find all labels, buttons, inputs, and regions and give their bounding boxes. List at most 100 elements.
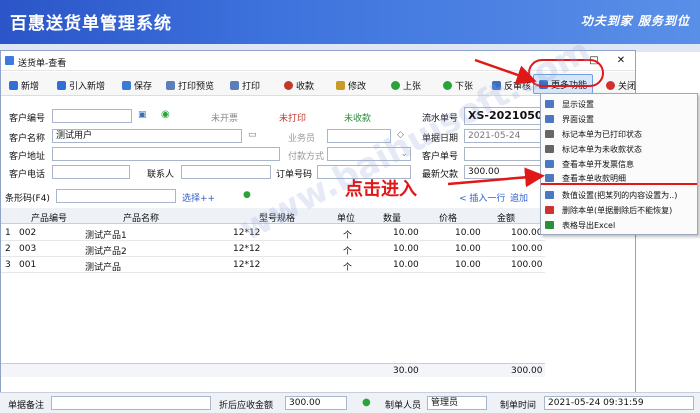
maker-label: 制单人员: [385, 401, 422, 411]
cell-amount: 100.00: [511, 244, 543, 254]
row-index: 2: [5, 244, 11, 254]
col-amount: 金额: [497, 214, 516, 224]
new-button[interactable]: 新增: [9, 78, 39, 92]
app-banner: 百惠送货单管理系统 功夫到家 服务到位: [0, 0, 700, 44]
add-row-link[interactable]: 追加: [510, 191, 528, 204]
lookup-icon[interactable]: ▣: [138, 110, 147, 120]
payment-button[interactable]: 收款: [284, 78, 314, 92]
cell-price: 10.00: [455, 228, 481, 238]
prev-icon: [391, 80, 400, 90]
contact-label: 联系人: [147, 170, 175, 180]
customer-name-label: 客户名称: [9, 134, 46, 144]
payment-icon: [284, 80, 293, 90]
app-slogan: 功夫到家 服务到位: [580, 14, 690, 28]
refresh-icon[interactable]: ◉: [161, 109, 170, 120]
col-code: 产品编号: [31, 214, 68, 224]
table-row[interactable]: 3 001 测试产品 12*12 个 10.00 10.00 100.00: [1, 257, 545, 273]
print-preview-button[interactable]: 打印预览: [166, 78, 214, 92]
import-icon: [57, 80, 66, 90]
customer-doc-field[interactable]: [464, 147, 546, 161]
annotation-text: 点击进入: [345, 179, 417, 200]
select-link[interactable]: 选择++: [182, 191, 215, 204]
print-button[interactable]: 打印: [230, 78, 260, 92]
cell-unit: 个: [343, 247, 353, 257]
details-icon: [545, 174, 554, 182]
excel-icon: [545, 221, 554, 229]
latest-debt-field: 300.00: [464, 165, 546, 179]
insert-row-link[interactable]: < 插入一行: [459, 191, 505, 204]
col-name: 产品名称: [123, 214, 160, 224]
maker-field: 管理员: [427, 396, 487, 410]
cell-spec: 12*12: [233, 260, 261, 270]
more-functions-menu: 显示设置 界面设置 标记本单为已打印状态 标记本单为未收款状态 查看本单开发票信…: [540, 93, 698, 235]
total-qty: 30.00: [393, 366, 419, 376]
status-dot-icon: ●: [362, 397, 371, 408]
customer-name-field[interactable]: 测试用户: [52, 129, 242, 143]
ui-icon: [545, 115, 554, 123]
menu-item-mark-printed[interactable]: 标记本单为已打印状态: [541, 128, 697, 140]
customer-address-label: 客户地址: [9, 152, 46, 162]
cell-qty: 10.00: [393, 260, 419, 270]
save-button[interactable]: 保存: [122, 78, 152, 92]
cell-unit: 个: [343, 263, 353, 273]
menu-item-ui-settings[interactable]: 界面设置: [541, 113, 697, 125]
delete-icon: [545, 206, 554, 214]
total-amount: 300.00: [511, 366, 543, 376]
prev-button[interactable]: 上张: [391, 78, 421, 92]
row-index: 3: [5, 260, 11, 270]
cell-code: 002: [19, 228, 37, 238]
menu-item-value-settings[interactable]: 数值设置(把某列的内容设置为..): [541, 189, 697, 201]
print-preview-icon: [166, 80, 175, 90]
menu-item-export-excel[interactable]: 表格导出Excel: [541, 219, 697, 231]
menu-item-display-settings[interactable]: 显示设置: [541, 98, 697, 110]
cell-code: 003: [19, 244, 37, 254]
window-icon: [5, 56, 14, 65]
window-title: 送货单-查看: [18, 59, 67, 69]
discount-label: 折后应收金额: [219, 401, 274, 411]
contact-field[interactable]: [181, 165, 271, 179]
col-unit: 单位: [337, 214, 356, 224]
customer-phone-label: 客户电话: [9, 170, 46, 180]
cell-code: 001: [19, 260, 37, 270]
customer-address-field[interactable]: [52, 147, 280, 161]
remark-field[interactable]: [51, 396, 211, 410]
close-button[interactable]: 关闭: [606, 78, 636, 92]
window-close-icon[interactable]: ✕: [613, 54, 629, 68]
save-icon: [122, 80, 131, 90]
globe-icon[interactable]: ●: [243, 190, 251, 200]
menu-item-delete-doc[interactable]: 删除本单(单据删除后不能恢复): [541, 204, 697, 216]
cell-name: 测试产品2: [85, 247, 127, 257]
barcode-field[interactable]: [56, 189, 176, 203]
row-index: 1: [5, 228, 11, 238]
status-unprinted: 未打印: [279, 114, 307, 124]
display-icon: [545, 100, 554, 108]
cell-qty: 10.00: [393, 228, 419, 238]
cell-price: 10.00: [455, 244, 481, 254]
cell-amount: 100.00: [511, 260, 543, 270]
bottom-bar: 单据备注 折后应收金额 300.00 ● 制单人员 管理员 制单时间 2021-…: [0, 392, 700, 413]
customer-code-field[interactable]: [52, 109, 132, 123]
col-qty: 数量: [383, 214, 402, 224]
col-price: 价格: [439, 214, 458, 224]
table-row[interactable]: 2 003 测试产品2 12*12 个 10.00 10.00 100.00: [1, 241, 545, 257]
cell-qty: 10.00: [393, 244, 419, 254]
menu-item-mark-unpaid[interactable]: 标记本单为未收款状态: [541, 143, 697, 155]
import-new-button[interactable]: 引入新增: [57, 78, 105, 92]
app-title: 百惠送货单管理系统: [10, 14, 172, 34]
customer-phone-field[interactable]: [52, 165, 130, 179]
salesman-label: 业务员: [288, 134, 316, 144]
time-field: 2021-05-24 09:31:59: [544, 396, 694, 410]
remark-label: 单据备注: [8, 401, 45, 411]
new-icon: [9, 80, 18, 90]
printer-icon: [545, 130, 554, 138]
cell-amount: 100.00: [511, 228, 543, 238]
menu-item-payment-details[interactable]: 查看本单收款明细: [541, 173, 697, 185]
edit-icon: [336, 80, 345, 90]
menu-item-invoice-info[interactable]: 查看本单开发票信息: [541, 158, 697, 170]
edit-button[interactable]: 修改: [336, 78, 366, 92]
status-unissued: 未开票: [211, 114, 239, 124]
doc-date-field[interactable]: 2021-05-24: [464, 129, 546, 143]
payment-method-label: 付款方式: [288, 152, 325, 162]
customer-name-icon[interactable]: ▭: [248, 130, 257, 140]
barcode-label: 条形码(F4): [5, 194, 50, 204]
